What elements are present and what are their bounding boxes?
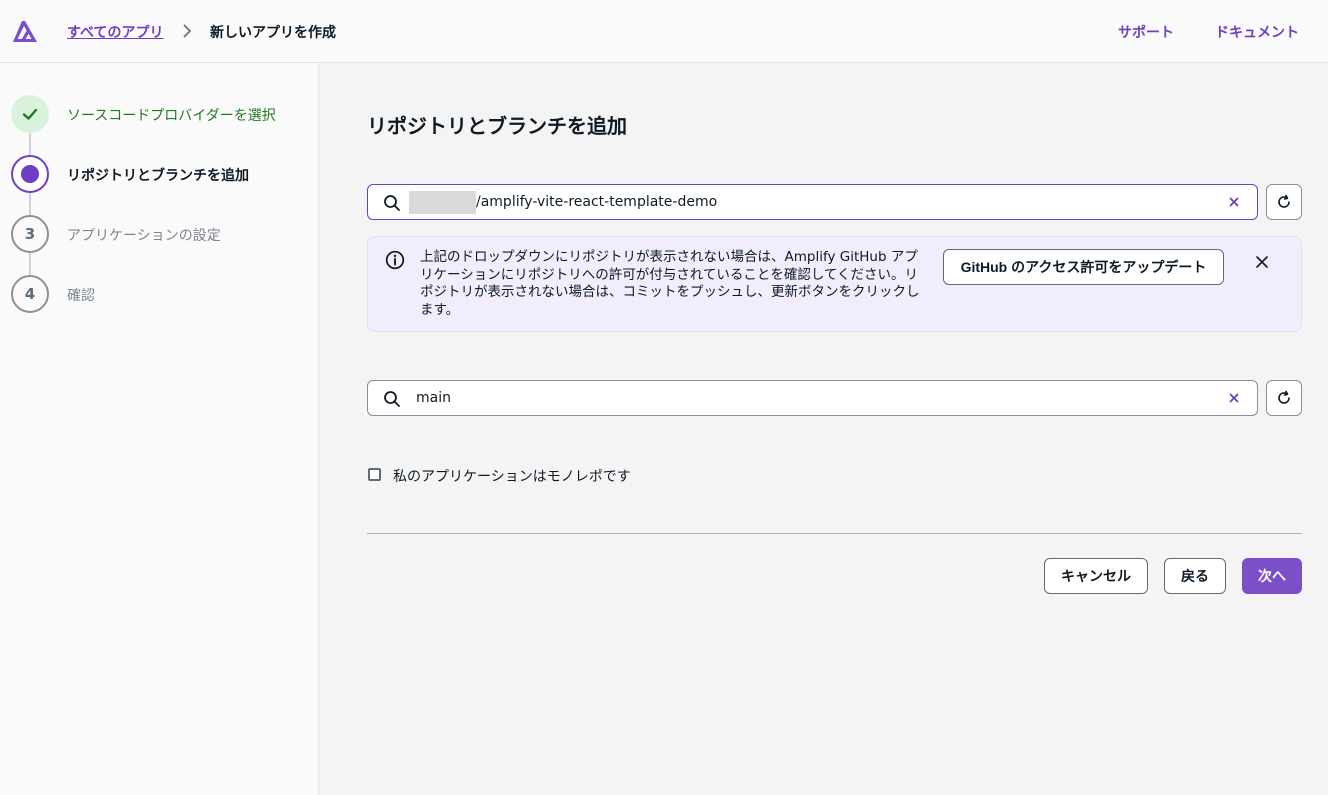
clear-icon[interactable] — [1227, 391, 1241, 405]
step-1-label[interactable]: ソースコードプロバイダーを選択 — [67, 105, 276, 125]
refresh-branches-button[interactable] — [1266, 380, 1302, 416]
redacted-owner-name — [409, 191, 476, 214]
current-step-dot — [21, 165, 39, 183]
info-alert-text: 上記のドロップダウンにリポジトリが表示されない場合は、Amplify GitHu… — [420, 249, 920, 318]
clear-icon[interactable] — [1227, 195, 1241, 209]
step-2-indicator — [11, 155, 49, 193]
step-1-indicator — [11, 95, 49, 133]
next-button[interactable]: 次へ — [1242, 558, 1302, 594]
top-bar: すべてのアプリ 新しいアプリを作成 サポート ドキュメント — [0, 0, 1328, 63]
breadcrumb-all-apps-link[interactable]: すべてのアプリ — [67, 22, 163, 42]
search-icon — [384, 391, 400, 407]
step-4-label: 確認 — [67, 288, 95, 304]
branch-search-input[interactable]: main — [367, 380, 1258, 416]
monorepo-checkbox-label[interactable]: 私のアプリケーションはモノレポです — [393, 466, 631, 486]
page-title: リポジトリとブランチを追加 — [367, 114, 627, 138]
documentation-link[interactable]: ドキュメント — [1215, 22, 1299, 42]
step-4-indicator: 4 — [11, 275, 49, 313]
cancel-button[interactable]: キャンセル — [1044, 558, 1148, 594]
step-3-indicator: 3 — [11, 215, 49, 253]
close-icon[interactable] — [1255, 255, 1269, 269]
step-connector — [29, 193, 31, 215]
monorepo-checkbox[interactable] — [368, 468, 381, 481]
divider — [367, 533, 1302, 534]
info-alert: 上記のドロップダウンにリポジトリが表示されない場合は、Amplify GitHu… — [367, 236, 1302, 332]
support-link[interactable]: サポート — [1118, 22, 1174, 42]
chevron-right-icon — [183, 24, 192, 38]
branch-value: main — [416, 390, 451, 406]
refresh-icon — [1278, 390, 1290, 404]
repository-search-input[interactable]: /amplify-vite-react-template-demo — [367, 184, 1258, 220]
wizard-steps-sidebar: ソースコードプロバイダーを選択 リポジトリとブランチを追加 3 アプリケーション… — [0, 63, 319, 795]
search-icon — [384, 195, 400, 211]
step-connector — [29, 133, 31, 155]
update-github-permissions-button[interactable]: GitHub のアクセス許可をアップデート — [943, 249, 1224, 285]
breadcrumb-current: 新しいアプリを作成 — [210, 25, 336, 41]
step-4-number: 4 — [24, 285, 36, 303]
step-3-label: アプリケーションの設定 — [67, 228, 221, 244]
info-icon — [385, 250, 405, 270]
step-connector — [29, 253, 31, 275]
back-button[interactable]: 戻る — [1164, 558, 1226, 594]
refresh-repositories-button[interactable] — [1266, 184, 1302, 220]
repository-value: /amplify-vite-react-template-demo — [476, 194, 718, 210]
step-2-label: リポジトリとブランチを追加 — [67, 168, 249, 184]
amplify-logo-icon[interactable] — [11, 18, 39, 44]
step-3-number: 3 — [24, 225, 36, 243]
check-icon — [22, 108, 38, 120]
refresh-icon — [1278, 194, 1290, 208]
